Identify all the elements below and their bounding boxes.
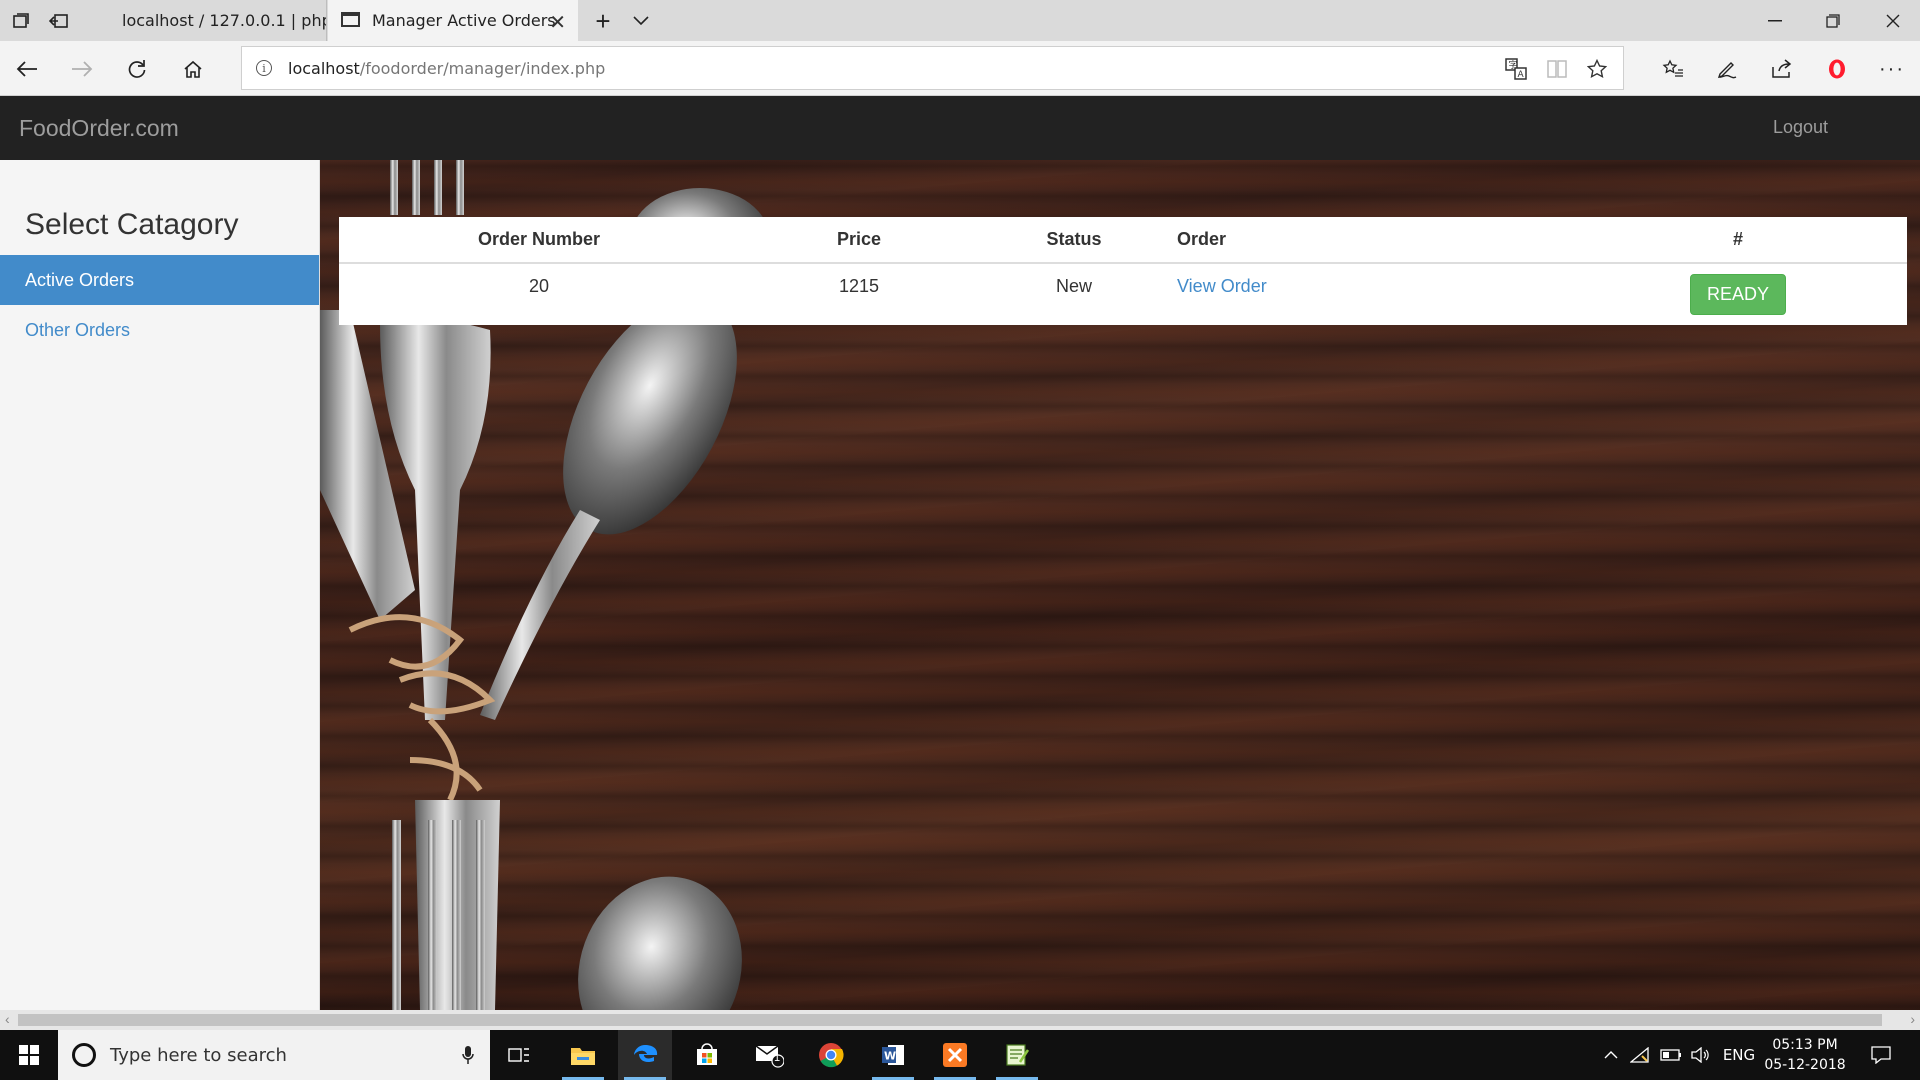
taskbar-search-box[interactable]: Type here to search (58, 1030, 490, 1080)
opera-extension-icon[interactable] (1822, 54, 1852, 84)
home-icon[interactable] (178, 54, 208, 84)
order-status-cell: New (1055, 276, 1092, 296)
ready-button[interactable]: READY (1689, 274, 1786, 315)
tab-title: Manager Active Orders (372, 11, 556, 30)
column-header-price: Price (739, 217, 979, 264)
site-brand-link[interactable]: FoodOrder.com (19, 115, 179, 142)
url-host: localhost (288, 58, 360, 78)
tab-manager-active-orders[interactable]: Manager Active Orders ✕ (328, 0, 578, 41)
category-sidebar: Select Catagory Active Orders Other Orde… (0, 160, 320, 1010)
site-navbar: FoodOrder.com Logout (0, 96, 1920, 160)
column-header-action: # (1569, 217, 1907, 264)
column-header-order-number: Order Number (339, 217, 739, 264)
order-price-cell: 1215 (838, 276, 880, 296)
order-number-cell: 20 (528, 276, 550, 296)
tab-title: localhost / 127.0.0.1 | phpM (122, 11, 327, 30)
show-hidden-icons-chevron-icon[interactable] (1600, 1030, 1622, 1080)
url-text[interactable]: localhost/foodorder/manager/index.php (288, 59, 605, 78)
share-icon[interactable] (1767, 54, 1797, 84)
svg-text:A: A (1518, 70, 1525, 80)
restore-icon[interactable] (1818, 6, 1848, 36)
back-arrow-icon[interactable] (12, 54, 42, 84)
battery-icon[interactable] (1658, 1030, 1684, 1080)
logout-link[interactable]: Logout (1773, 117, 1828, 138)
word-icon[interactable]: W (866, 1030, 920, 1080)
xampp-icon[interactable] (928, 1030, 982, 1080)
minimize-icon[interactable] (1760, 6, 1790, 36)
orders-table: Order Number Price Status Order # 20 121… (339, 217, 1907, 323)
favorite-star-icon[interactable] (1584, 56, 1610, 82)
edge-browser-icon[interactable] (618, 1030, 672, 1080)
windows-start-icon[interactable] (0, 1030, 58, 1080)
set-tabs-aside-icon[interactable] (46, 8, 72, 34)
microsoft-store-icon[interactable] (680, 1030, 734, 1080)
cortana-icon (72, 1043, 96, 1067)
view-order-link[interactable]: View Order (1177, 276, 1267, 296)
clock-date: 05-12-2018 (1764, 1057, 1846, 1073)
sidebar-item-other-orders[interactable]: Other Orders (0, 305, 319, 355)
favorites-hub-icon[interactable] (1658, 54, 1688, 84)
refresh-icon[interactable] (122, 54, 152, 84)
sidebar-item-active-orders[interactable]: Active Orders (0, 255, 319, 305)
pen-notes-icon[interactable] (1712, 54, 1742, 84)
notepad-plus-plus-icon[interactable] (990, 1030, 1044, 1080)
orders-table-panel: Order Number Price Status Order # 20 121… (339, 217, 1907, 325)
mail-icon[interactable]: 1 (742, 1030, 796, 1080)
mail-badge: 1 (774, 1052, 781, 1064)
sidebar-item-label: Active Orders (25, 269, 135, 290)
tab-actions-icon[interactable] (8, 8, 34, 34)
more-options-icon[interactable]: ··· (1877, 54, 1907, 84)
browser-tab-strip: localhost / 127.0.0.1 | phpM Manager Act… (0, 0, 1920, 41)
volume-icon[interactable] (1688, 1030, 1714, 1080)
tab-phpmyadmin[interactable]: localhost / 127.0.0.1 | phpM (82, 0, 327, 41)
twine-knot (348, 614, 496, 802)
page-icon (341, 12, 360, 27)
order-link-cell: View Order (1169, 263, 1569, 323)
chrome-icon[interactable] (804, 1030, 858, 1080)
column-header-status: Status (979, 217, 1169, 264)
forward-arrow-icon[interactable] (67, 54, 97, 84)
windows-taskbar: Type here to search 1 W ENG 05:13 PM 05-… (0, 1030, 1920, 1080)
window-close-icon[interactable] (1878, 6, 1908, 36)
sidebar-item-label: Other Orders (25, 319, 131, 340)
table-header-row: Order Number Price Status Order # (339, 217, 1907, 264)
translate-icon[interactable]: 字A (1503, 56, 1529, 82)
input-language-indicator[interactable]: ENG (1720, 1030, 1758, 1080)
svg-text:W: W (884, 1050, 896, 1063)
horizontal-scrollbar[interactable]: ‹ › (0, 1010, 1920, 1030)
new-tab-icon[interactable]: + (590, 6, 616, 36)
sidebar-title: Select Catagory (25, 208, 239, 241)
reading-view-icon[interactable] (1544, 56, 1570, 82)
column-header-order: Order (1169, 217, 1569, 264)
scroll-right-icon[interactable]: › (1910, 1011, 1915, 1027)
table-row: 20 1215 New View Order READY (339, 263, 1907, 323)
microphone-icon[interactable] (456, 1043, 480, 1067)
system-clock[interactable]: 05:13 PM 05-12-2018 (1760, 1035, 1850, 1075)
action-center-icon[interactable] (1866, 1030, 1896, 1080)
task-view-icon[interactable] (492, 1030, 546, 1080)
address-bar[interactable]: i localhost/foodorder/manager/index.php … (241, 46, 1624, 90)
close-icon[interactable]: ✕ (549, 10, 566, 34)
browser-toolbar: i localhost/foodorder/manager/index.php … (0, 41, 1920, 96)
file-explorer-icon[interactable] (556, 1030, 610, 1080)
chevron-down-icon[interactable] (628, 8, 654, 34)
scroll-left-icon[interactable]: ‹ (5, 1011, 10, 1027)
site-info-icon[interactable]: i (256, 60, 272, 76)
clock-time: 05:13 PM (1772, 1037, 1838, 1053)
url-path: /foodorder/manager/index.php (359, 58, 606, 78)
search-placeholder: Type here to search (110, 1044, 287, 1066)
wifi-icon[interactable] (1628, 1030, 1652, 1080)
order-action-cell: READY (1569, 263, 1907, 323)
scrollbar-thumb[interactable] (18, 1014, 1882, 1026)
